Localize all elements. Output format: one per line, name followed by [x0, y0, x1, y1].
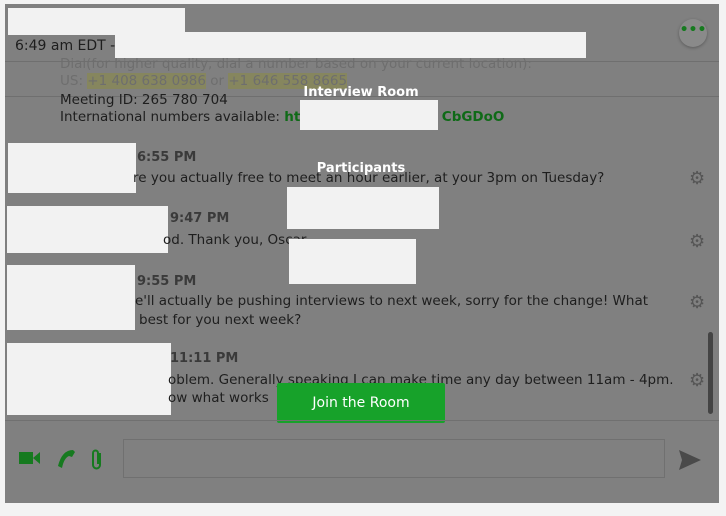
send-icon[interactable] [679, 450, 701, 475]
redacted-participant [289, 239, 416, 284]
paperclip-icon[interactable] [90, 448, 104, 477]
meeting-id: Meeting ID: 265 780 704 [60, 92, 228, 108]
phone-icon[interactable] [54, 448, 76, 475]
message-text: e'll actually be pushing interviews to n… [135, 293, 649, 309]
redacted-header [115, 32, 586, 58]
join-room-button[interactable]: Join the Room [277, 383, 445, 423]
dial-line: Dial(for higher quality, dial a number b… [60, 56, 532, 72]
message-time: 11:11 PM [170, 351, 239, 366]
gear-icon[interactable]: ⚙ [689, 231, 705, 252]
gear-icon[interactable]: ⚙ [689, 292, 705, 313]
message-text: best for you next week? [139, 312, 302, 328]
redacted-avatar [7, 265, 135, 330]
redacted-avatar [7, 206, 168, 253]
video-camera-icon[interactable] [19, 448, 41, 472]
message-time: 9:47 PM [170, 211, 230, 226]
gear-icon[interactable]: ⚙ [689, 370, 705, 391]
message-input[interactable] [123, 439, 665, 478]
message-text: ow what works [168, 390, 269, 406]
participants-label: Participants [316, 161, 406, 176]
phone-link[interactable]: +1 408 638 0986 [87, 73, 206, 89]
intl-label: International numbers available: [60, 109, 280, 125]
gear-icon[interactable]: ⚙ [689, 168, 705, 189]
header-time: 6:49 am EDT - [15, 38, 116, 54]
footer-divider [5, 420, 719, 421]
intl-link[interactable]: CbGDoO [442, 109, 505, 125]
redacted-avatar [7, 343, 171, 415]
us-prefix: US: [60, 73, 83, 89]
message-text: od. Thank you, Oscar [163, 232, 307, 248]
chat-window: 6:49 am EDT - ••• Dial(for higher qualit… [5, 4, 719, 503]
message-time: 6:55 PM [137, 150, 197, 165]
redacted-avatar [8, 143, 136, 193]
scrollbar[interactable] [708, 332, 713, 414]
more-options-button[interactable]: ••• [679, 19, 707, 47]
redacted-room [300, 100, 438, 130]
interview-room-title: Interview Room [303, 85, 419, 100]
redacted-name [8, 8, 185, 35]
redacted-participant [287, 187, 439, 229]
or-text: or [210, 73, 225, 89]
message-time: 9:55 PM [137, 274, 197, 289]
